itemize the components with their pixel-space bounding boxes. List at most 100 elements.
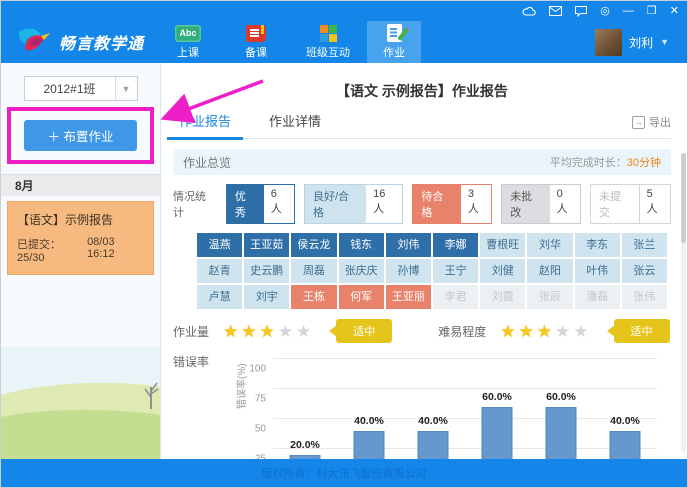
dropdown-arrow-icon: ▼: [115, 77, 137, 100]
main-nav: 畅言教学通 Abc 上课 备课 班级互动 作业 刘利 ▼: [1, 21, 687, 63]
student-cell[interactable]: 孙博: [386, 259, 431, 283]
student-cell[interactable]: 李娜: [433, 233, 478, 257]
student-cell[interactable]: 何军: [339, 285, 384, 309]
star-filled-icon[interactable]: ★: [241, 322, 259, 341]
bar-value-label: 60.0%: [482, 391, 512, 403]
star-empty-icon[interactable]: ★: [555, 322, 573, 341]
star-filled-icon[interactable]: ★: [519, 322, 537, 341]
stat-ungraded[interactable]: 未批改0人: [501, 184, 581, 224]
workload-stars[interactable]: ★★★★★: [223, 323, 314, 340]
nav-label: 作业: [383, 44, 405, 60]
student-cell[interactable]: 叶伟: [575, 259, 620, 283]
scrollbar-thumb[interactable]: [681, 153, 686, 243]
class-selector-dropdown[interactable]: 2012#1班 ▼: [24, 76, 138, 101]
student-cell[interactable]: 侯云龙: [291, 233, 336, 257]
assign-homework-button[interactable]: ＋ 布置作业: [24, 120, 137, 151]
homework-list-item[interactable]: 【语文】示例报告 已提交：25/30 08/03 16:12: [7, 201, 154, 275]
lesson-prep-book-icon: [246, 25, 266, 42]
student-cell[interactable]: 刘健: [480, 259, 525, 283]
student-cell[interactable]: 刘华: [527, 233, 572, 257]
stat-pending[interactable]: 待合格3人: [412, 184, 492, 224]
student-cell[interactable]: 刘露: [480, 285, 525, 309]
student-cell[interactable]: 潘磊: [575, 285, 620, 309]
star-empty-icon[interactable]: ★: [296, 322, 314, 341]
student-cell[interactable]: 张伟: [622, 285, 667, 309]
y-axis-title: 错误率(%): [233, 363, 248, 409]
difficulty-stars[interactable]: ★★★★★: [500, 323, 591, 340]
student-cell[interactable]: 赵青: [197, 259, 242, 283]
star-empty-icon[interactable]: ★: [573, 322, 591, 341]
landscape-illustration: [1, 347, 160, 459]
overview-title: 作业总览: [183, 154, 231, 171]
maximize-icon[interactable]: ❐: [647, 6, 657, 17]
user-menu[interactable]: 刘利 ▼: [595, 21, 687, 63]
stats-label: 情况统计: [173, 188, 216, 220]
student-cell[interactable]: 史云鹏: [244, 259, 289, 283]
app-window: ◎ — ❐ ✕ 畅言教学通 Abc 上课: [0, 0, 688, 488]
student-cell[interactable]: 卢慧: [197, 285, 242, 309]
export-button[interactable]: → 导出: [632, 114, 671, 138]
stat-excellent[interactable]: 优秀6人: [226, 184, 295, 224]
nav-item-prep[interactable]: 备课: [229, 21, 283, 63]
error-rate-label: 错误率: [173, 351, 219, 459]
student-cell[interactable]: 温燕: [197, 233, 242, 257]
nav-item-lessons[interactable]: Abc 上课: [161, 21, 215, 63]
class-selector-value: 2012#1班: [25, 80, 115, 97]
stat-name: 良好/合格: [305, 185, 366, 223]
student-cell[interactable]: 周磊: [291, 259, 336, 283]
error-rate-bar[interactable]: [354, 431, 385, 459]
difficulty-label: 难易程度: [438, 323, 486, 340]
nav-label: 备课: [245, 44, 267, 60]
student-cell[interactable]: 李东: [575, 233, 620, 257]
student-cell[interactable]: 钱东: [339, 233, 384, 257]
star-filled-icon[interactable]: ★: [260, 322, 278, 341]
student-cell[interactable]: 张辰: [527, 285, 572, 309]
page-title: 【语文 示例报告】作业报告: [173, 81, 671, 101]
bar-slot: 40.0%6: [593, 359, 657, 459]
workload-label: 作业量: [173, 323, 209, 340]
error-rate-bar[interactable]: [418, 431, 449, 459]
student-cell[interactable]: 王亚茹: [244, 233, 289, 257]
star-filled-icon[interactable]: ★: [500, 322, 518, 341]
vertical-scrollbar[interactable]: [681, 153, 686, 453]
mail-icon[interactable]: [549, 6, 562, 16]
star-filled-icon[interactable]: ★: [537, 322, 555, 341]
cloud-icon[interactable]: [522, 6, 536, 16]
student-cell[interactable]: 赵阳: [527, 259, 572, 283]
student-cell[interactable]: 刘伟: [386, 233, 431, 257]
tab-bar: 作业报告 作业详情 → 导出: [173, 111, 671, 139]
student-cell[interactable]: 王亚丽: [386, 285, 431, 309]
student-cell[interactable]: 张云: [622, 259, 667, 283]
student-cell[interactable]: 王栋: [291, 285, 336, 309]
app-header: ◎ — ❐ ✕ 畅言教学通 Abc 上课: [1, 1, 687, 63]
stat-count: 5人: [640, 185, 670, 223]
error-rate-bar[interactable]: [482, 407, 513, 459]
homework-title: 【语文】示例报告: [17, 211, 144, 228]
error-rate-bar[interactable]: [610, 431, 641, 459]
difficulty-badge: 适中: [614, 319, 670, 343]
nav-label: 班级互动: [306, 44, 350, 60]
nav-item-class-interaction[interactable]: 班级互动: [297, 21, 359, 63]
stat-not-submitted[interactable]: 未提交 5人: [590, 184, 671, 224]
stat-good[interactable]: 良好/合格16人: [304, 184, 403, 224]
student-cell[interactable]: 王宁: [433, 259, 478, 283]
error-rate-bar[interactable]: [546, 407, 577, 459]
student-cell[interactable]: 曹根旺: [480, 233, 525, 257]
star-filled-icon[interactable]: ★: [223, 322, 241, 341]
settings-icon[interactable]: ◎: [600, 6, 610, 17]
stat-count: 3人: [461, 185, 491, 223]
student-cell[interactable]: 刘宇: [244, 285, 289, 309]
star-empty-icon[interactable]: ★: [278, 322, 296, 341]
tab-homework-report[interactable]: 作业报告: [173, 111, 237, 138]
export-label: 导出: [649, 114, 671, 130]
minimize-icon[interactable]: —: [623, 6, 634, 17]
student-cell[interactable]: 张兰: [622, 233, 667, 257]
student-cell[interactable]: 李君: [433, 285, 478, 309]
classroom-board-icon: Abc: [175, 25, 201, 42]
student-cell[interactable]: 张庆庆: [339, 259, 384, 283]
tab-homework-details[interactable]: 作业详情: [263, 111, 327, 138]
annotation-highlight-box: ＋ 布置作业: [7, 107, 154, 164]
chat-icon[interactable]: [575, 6, 587, 17]
close-icon[interactable]: ✕: [670, 6, 679, 17]
nav-item-homework[interactable]: 作业: [367, 21, 421, 63]
